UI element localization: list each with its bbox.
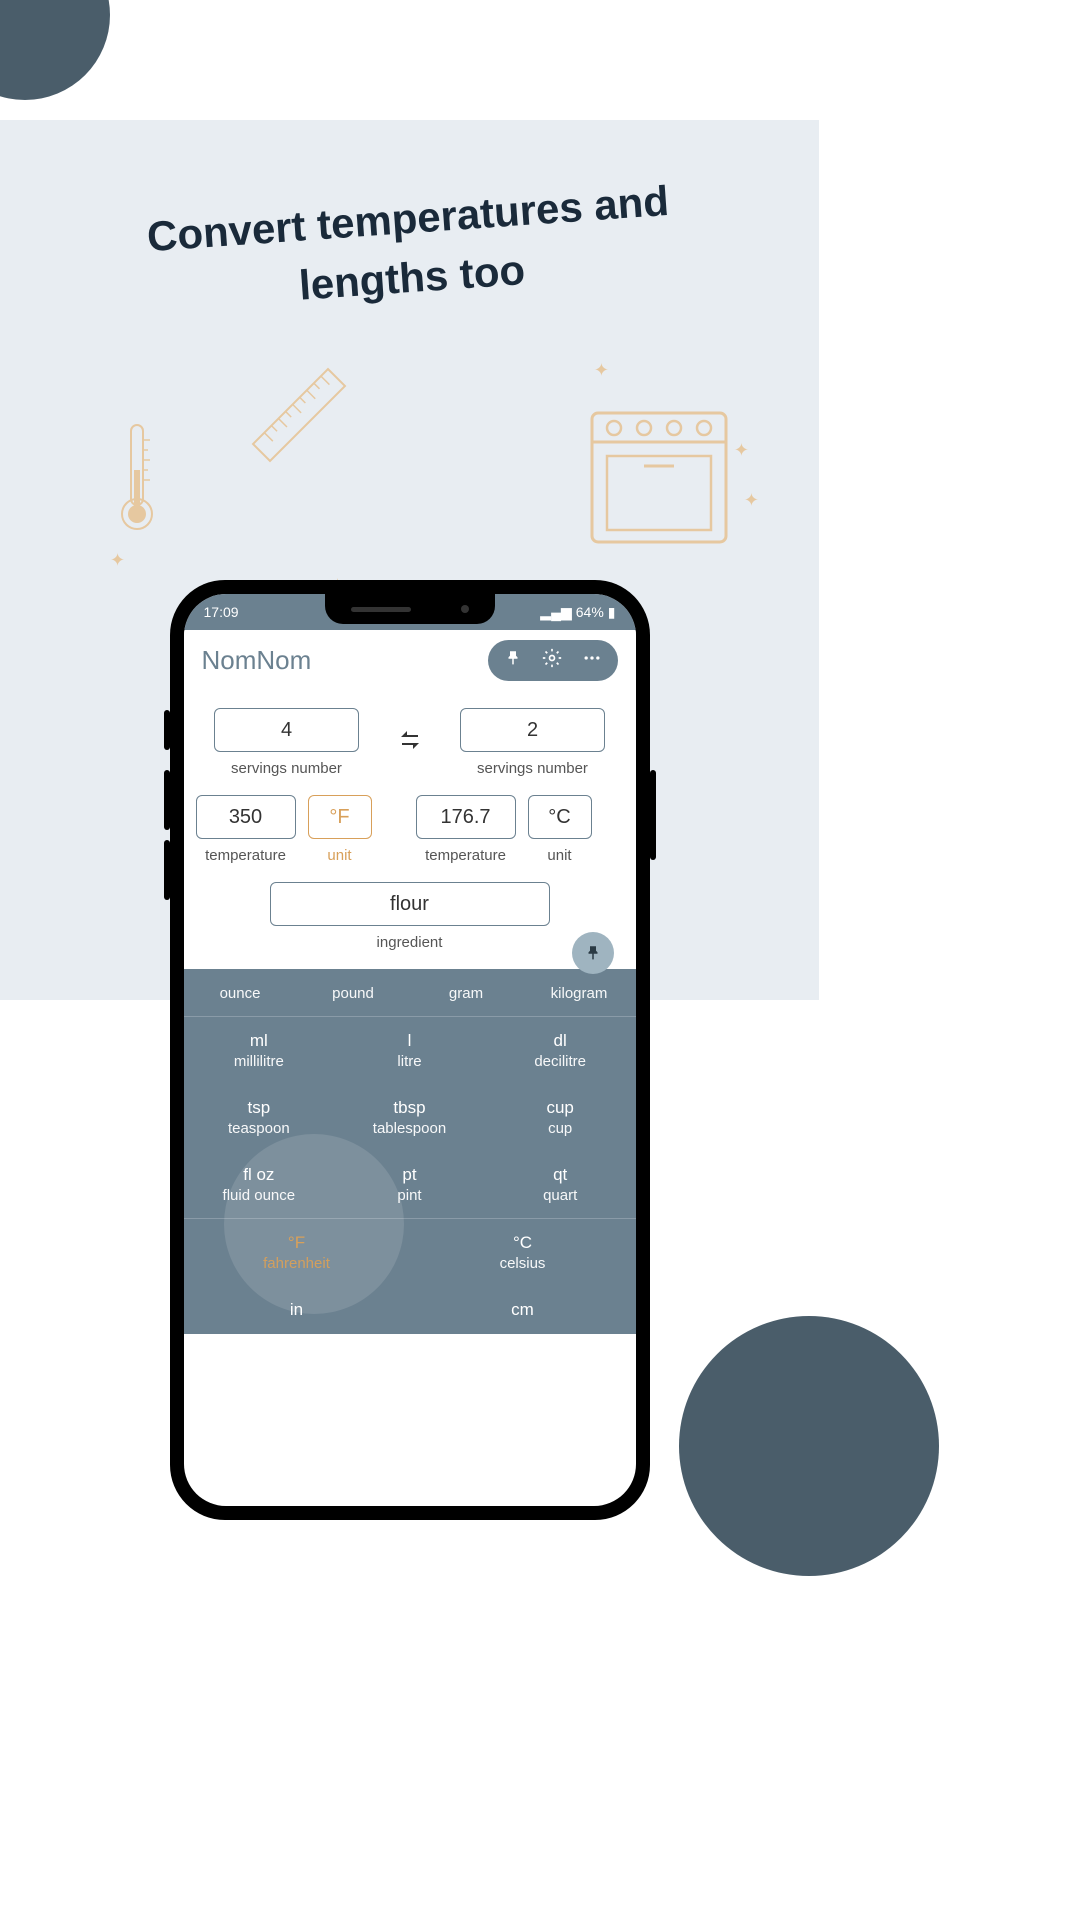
decoration-circle-bottom	[679, 1316, 939, 1576]
unit-quart[interactable]: qt quart	[485, 1151, 636, 1218]
unit-millilitre[interactable]: ml millilitre	[184, 1017, 335, 1084]
signal-icon: ▂▄▆	[540, 604, 571, 621]
swap-icon[interactable]	[398, 728, 422, 757]
servings-left-input[interactable]: 4	[214, 708, 359, 752]
phone-notch	[325, 594, 495, 624]
unit-celsius[interactable]: °C celsius	[410, 1219, 636, 1286]
servings-right-label: servings number	[477, 760, 588, 777]
unit-fluid-ounce[interactable]: fl oz fluid ounce	[184, 1151, 335, 1218]
unit-litre[interactable]: l litre	[334, 1017, 485, 1084]
gear-icon[interactable]	[542, 648, 562, 673]
unit-pound[interactable]: pound	[297, 969, 410, 1016]
battery-icon: ▮	[608, 604, 616, 621]
battery-percent: 64%	[576, 604, 604, 620]
temp-left-label: temperature	[205, 847, 286, 864]
unit-teaspoon[interactable]: tsp teaspoon	[184, 1084, 335, 1151]
unit-tablespoon[interactable]: tbsp tablespoon	[334, 1084, 485, 1151]
more-icon[interactable]	[582, 648, 602, 673]
unit-kilogram[interactable]: kilogram	[523, 969, 636, 1016]
unit-pint[interactable]: pt pint	[334, 1151, 485, 1218]
units-panel: ounce pound gram kilogram ml millilitre	[184, 969, 636, 1334]
sparkle-icon: ✦	[110, 550, 125, 571]
unit-centimeter[interactable]: cm	[410, 1286, 636, 1334]
decoration-circle-top	[0, 0, 110, 100]
phone-volume-down	[164, 840, 170, 900]
oven-icon	[589, 410, 729, 545]
app-title: NomNom	[202, 645, 312, 676]
app-header: NomNom	[184, 630, 636, 690]
unit-ounce[interactable]: ounce	[184, 969, 297, 1016]
sparkle-icon: ✦	[744, 490, 759, 511]
temp-right-label: temperature	[425, 847, 506, 864]
unit-cup[interactable]: cup cup	[485, 1084, 636, 1151]
sparkle-icon: ✦	[734, 440, 749, 461]
unit-inch[interactable]: in	[184, 1286, 410, 1334]
temp-left-input[interactable]: 350	[196, 795, 296, 839]
header-actions	[488, 640, 618, 681]
sparkle-icon: ✦	[594, 360, 609, 381]
phone-mute-switch	[164, 710, 170, 750]
unit-gram[interactable]: gram	[410, 969, 523, 1016]
status-time: 17:09	[204, 604, 239, 620]
phone-power-button	[650, 770, 656, 860]
phone-frame: 17:09 ▂▄▆ 64% ▮ NomNom	[170, 580, 650, 1520]
ingredient-input[interactable]: flour	[270, 882, 550, 926]
temp-left-unit[interactable]: °F	[308, 795, 372, 839]
ingredient-pin-button[interactable]	[572, 932, 614, 974]
thermometer-icon	[120, 420, 154, 530]
converter-panel: 4 servings number 2 servings number 350 …	[184, 690, 636, 969]
temp-right-unit-label: unit	[547, 847, 571, 864]
phone-volume-up	[164, 770, 170, 830]
temp-right-input[interactable]: 176.7	[416, 795, 516, 839]
pin-icon[interactable]	[504, 649, 522, 672]
ingredient-label: ingredient	[377, 934, 443, 951]
temp-left-unit-label: unit	[327, 847, 351, 864]
servings-right-input[interactable]: 2	[460, 708, 605, 752]
unit-decilitre[interactable]: dl decilitre	[485, 1017, 636, 1084]
temp-right-unit[interactable]: °C	[528, 795, 592, 839]
unit-fahrenheit[interactable]: °F fahrenheit	[184, 1219, 410, 1286]
servings-left-label: servings number	[231, 760, 342, 777]
phone-screen: 17:09 ▂▄▆ 64% ▮ NomNom	[184, 594, 636, 1506]
